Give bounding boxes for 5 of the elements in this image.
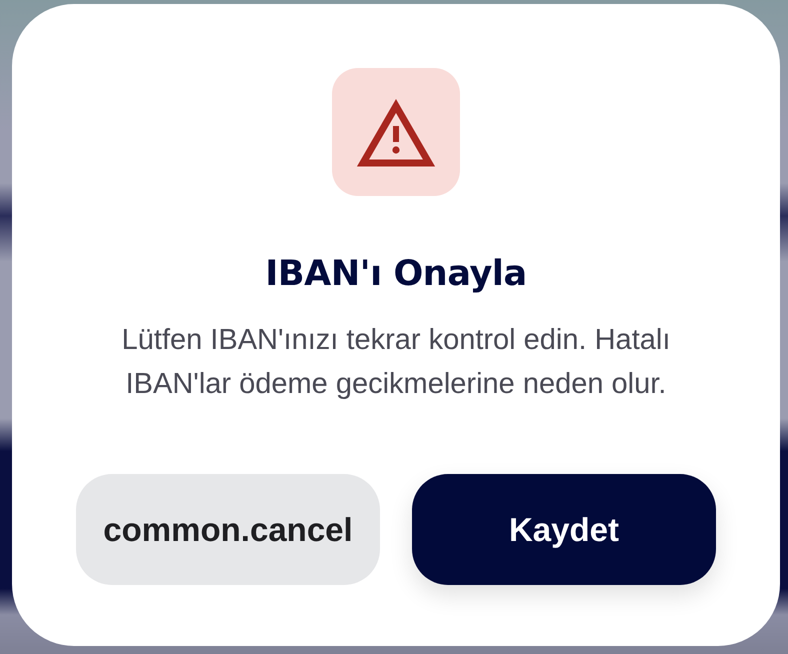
warning-icon xyxy=(332,68,460,196)
save-button[interactable]: Kaydet xyxy=(412,474,716,585)
dialog-title: IBAN'ı Onayla xyxy=(265,254,527,294)
dialog-message: Lütfen IBAN'ınızı tekrar kontrol edin. Hatalı IBAN'lar ödeme gecikmelerine neden olur. xyxy=(120,323,672,402)
cancel-button[interactable]: common.cancel xyxy=(76,474,380,585)
